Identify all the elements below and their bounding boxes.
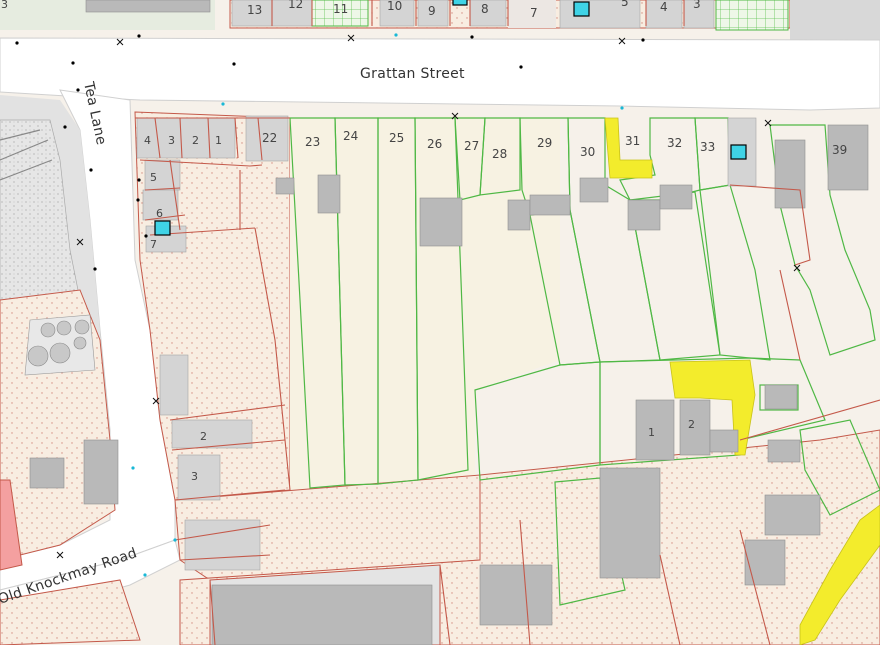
info-marker[interactable] (730, 144, 747, 160)
info-marker[interactable] (452, 0, 468, 6)
house-number: 13 (247, 3, 262, 17)
house-number: 5 (150, 171, 157, 184)
house-number: 32 (667, 136, 682, 150)
house-number: 3 (1, 0, 8, 11)
house-number: 2 (200, 430, 207, 443)
house-number: 25 (389, 131, 404, 145)
house-number: 6 (156, 207, 163, 220)
house-number: 4 (144, 134, 151, 147)
house-number: 11 (333, 2, 348, 16)
house-number: 3 (191, 470, 198, 483)
house-number: 3 (168, 134, 175, 147)
house-number: 26 (427, 137, 442, 151)
house-number: 2 (192, 134, 199, 147)
map-view[interactable]: 13 12 11 10 9 8 7 5 4 3 4 3 2 1 22 5 6 7… (0, 0, 880, 645)
info-marker[interactable] (154, 220, 171, 236)
house-number: 29 (537, 136, 552, 150)
info-marker[interactable] (573, 1, 590, 17)
house-number: 28 (492, 147, 507, 161)
house-number: 3 (693, 0, 701, 11)
house-number: 30 (580, 145, 595, 159)
house-number: 7 (530, 6, 538, 20)
house-number: 31 (625, 134, 640, 148)
house-number: 22 (262, 131, 277, 145)
house-number: 8 (481, 2, 489, 16)
house-number: 5 (621, 0, 629, 9)
house-number: 2 (688, 418, 695, 431)
road-label-grattan-street: Grattan Street (360, 66, 465, 82)
house-number: 23 (305, 135, 320, 149)
house-number: 33 (700, 140, 715, 154)
map-canvas[interactable]: 13 12 11 10 9 8 7 5 4 3 4 3 2 1 22 5 6 7… (0, 0, 880, 645)
house-number: 7 (150, 238, 157, 251)
house-number: 24 (343, 129, 358, 143)
house-number: 1 (648, 426, 655, 439)
house-number: 1 (215, 134, 222, 147)
house-number: 9 (428, 4, 436, 18)
house-number: 4 (660, 0, 668, 14)
house-number: 12 (288, 0, 303, 11)
house-number: 39 (832, 143, 847, 157)
house-number: 27 (464, 139, 479, 153)
house-number: 10 (387, 0, 402, 13)
